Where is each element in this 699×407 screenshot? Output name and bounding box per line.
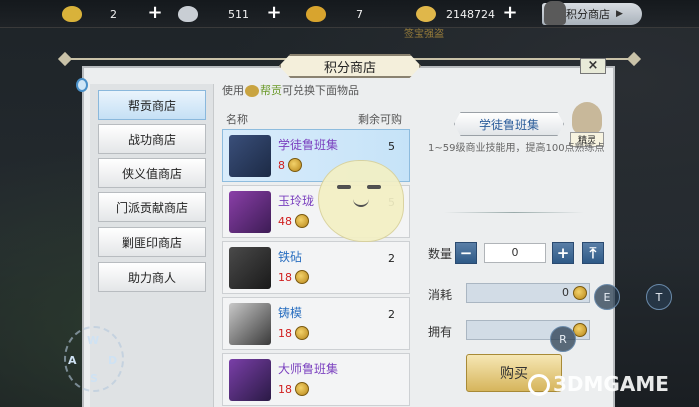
skill-e-button[interactable]: E [594,284,620,310]
key-w: W [87,334,100,347]
add-gold-ingot-button[interactable]: + [146,4,164,22]
mascot-eye [337,185,351,189]
nav-item-guild-contribution[interactable]: 帮贡商店 [98,90,206,120]
cost-value: 0 [466,283,590,303]
item-name: 铸模 [278,306,303,320]
item-price-value: 18 [278,270,292,284]
item-price-value: 8 [278,158,285,172]
coin-icon [295,214,309,228]
item-remaining: 5 [388,140,395,153]
max-quantity-button[interactable]: ⤒ [582,242,604,264]
close-button[interactable]: × [580,58,606,74]
resource-bar: 2 + 511 + 7 2148724 + 积分商店 ▶ [0,0,699,28]
key-s: S [90,372,98,385]
nav-item-helper-merchant[interactable]: 助力商人 [98,262,206,292]
decrease-quantity-button[interactable]: − [455,242,477,264]
skill-t-button[interactable]: T [646,284,672,310]
nav-item-bandit-seal[interactable]: 剿匪印商店 [98,227,206,257]
item-name: 大师鲁班集 [278,362,339,376]
hint-currency: 帮贡 [260,84,282,97]
item-price: 8 [278,158,302,172]
nav-item-sect-contribution[interactable]: 门派贡献商店 [98,192,206,222]
coin-icon [295,326,309,340]
gold-pouch-icon [306,6,326,22]
list-item[interactable]: 铸模 18 2 [222,297,410,350]
quantity-label: 数量 [428,247,453,261]
column-header-name: 名称 [226,113,248,126]
hint-suffix: 可兑换下面物品 [282,84,359,97]
item-price: 18 [278,382,309,396]
copper-coin-icon [416,6,436,22]
quantity-input[interactable]: 0 [484,243,546,263]
item-remaining: 2 [388,252,395,265]
key-a: A [68,354,77,367]
list-item[interactable]: 大师鲁班集 18 [222,353,410,406]
resource-gold-ingot: 2 [62,4,117,24]
background-label: 签宝强盗 [404,29,444,40]
item-name: 玉玲珑 [278,194,315,208]
nav-item-battle-merit[interactable]: 战功商店 [98,124,206,154]
add-silver-ingot-button[interactable]: + [265,4,283,22]
hint-prefix: 使用 [222,84,244,97]
silver-ingot-value: 511 [228,7,249,21]
key-d: D [108,354,118,367]
gold-ingot-icon [62,6,82,22]
gold-pouch-value: 7 [356,7,363,21]
mold-icon [229,303,271,345]
copper-coin-value: 2148724 [446,7,495,21]
book-icon [229,135,271,177]
resource-silver-ingot: 511 [178,4,249,24]
coin-icon [295,382,309,396]
list-item[interactable]: 铁砧 18 2 [222,241,410,294]
gold-ingot-value: 2 [110,7,117,21]
item-price: 48 [278,214,309,228]
divider [444,212,584,213]
coin-icon [295,270,309,284]
skill-r-button[interactable]: R [550,326,576,352]
spirit-avatar[interactable] [572,102,602,134]
coin-icon [288,158,302,172]
item-price: 18 [278,270,309,284]
book-icon [229,359,271,401]
item-price-value: 18 [278,382,292,396]
pin-icon [76,78,88,92]
mascot-eye [367,185,381,189]
add-copper-coin-button[interactable]: + [501,4,519,22]
exchange-hint: 使用 帮贡可兑换下面物品 [222,82,412,98]
resource-gold-pouch: 7 [306,4,363,24]
owned-label: 拥有 [428,325,453,339]
item-description: 1~59级商业技能用，提高100点熟练点 [428,143,605,154]
resource-copper-coin: 2148724 [416,4,495,24]
guild-currency-icon [245,85,259,97]
mascot-sticker [318,160,404,242]
item-remaining: 2 [388,308,395,321]
item-price-value: 18 [278,326,292,340]
points-shop-label: 积分商店 [566,8,610,21]
chevron-right-icon: ▶ [616,9,623,19]
window-title: 积分商店 [279,54,421,78]
item-price: 18 [278,326,309,340]
detail-item-name: 学徒鲁班集 [454,112,564,136]
jade-pendant-icon [229,191,271,233]
points-shop-button[interactable]: 积分商店 ▶ [542,1,642,25]
cost-amount: 0 [562,286,569,299]
mascot-mouth [353,199,369,207]
cost-label: 消耗 [428,288,453,302]
anvil-icon [229,247,271,289]
item-name: 学徒鲁班集 [278,138,339,152]
item-price-value: 48 [278,214,292,228]
item-name: 铁砧 [278,250,303,264]
coin-icon [573,286,587,300]
watermark: 3DMGAME [553,372,669,396]
item-detail-panel: 学徒鲁班集 精灵 1~59级商业技能用，提高100点熟练点 数量 − 0 + ⤒… [418,102,612,407]
watermark-logo-icon [528,374,550,396]
increase-quantity-button[interactable]: + [552,242,574,264]
silver-ingot-icon [178,6,198,22]
column-header-remaining: 剩余可购 [358,113,402,126]
nav-item-chivalry[interactable]: 侠义值商店 [98,158,206,188]
shop-bag-icon [544,1,566,25]
